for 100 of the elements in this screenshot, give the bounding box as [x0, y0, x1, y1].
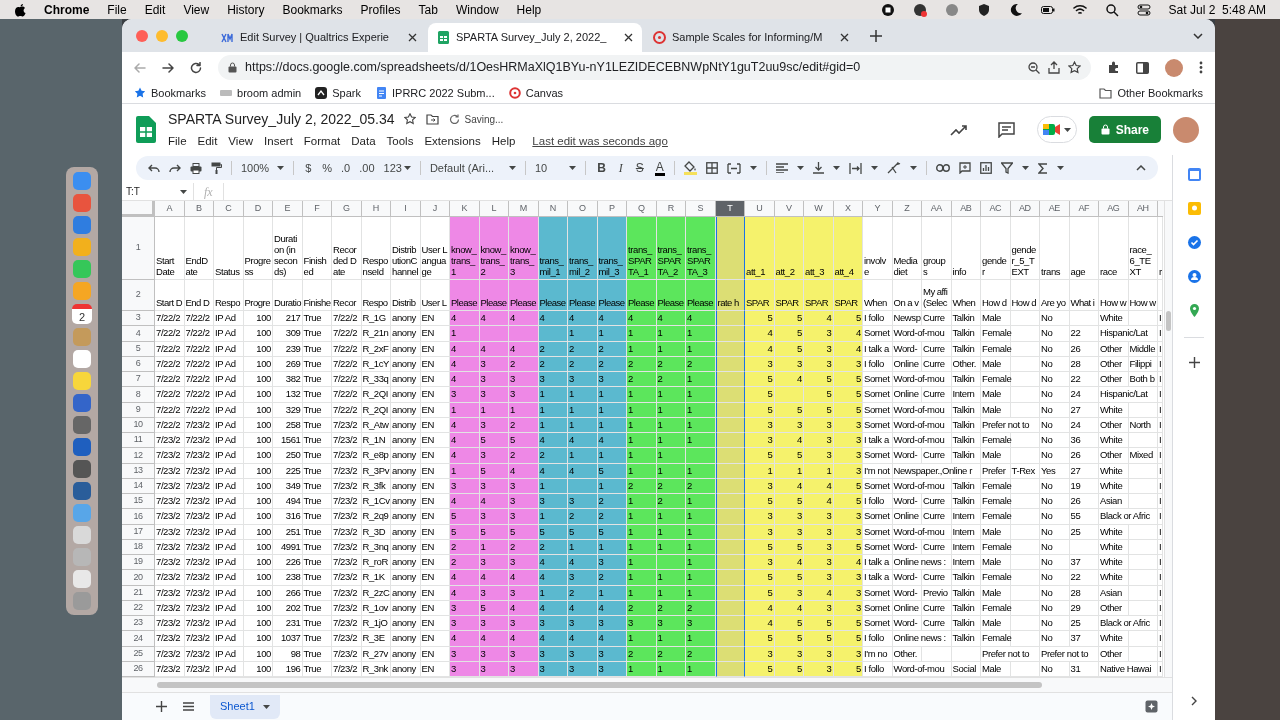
more-icon[interactable]: [1199, 61, 1203, 74]
share-icon[interactable]: [1048, 61, 1060, 74]
close-icon[interactable]: [840, 33, 849, 42]
calendar-app-icon[interactable]: 2: [72, 304, 92, 324]
font-select[interactable]: Default (Ari...: [429, 159, 516, 177]
row-header[interactable]: 8: [122, 387, 155, 403]
menu-item[interactable]: Help: [491, 132, 516, 151]
column-header[interactable]: AE: [1040, 201, 1070, 217]
menu-item[interactable]: History: [227, 0, 265, 19]
text-color-button[interactable]: A: [654, 160, 665, 176]
person-icon[interactable]: [1186, 269, 1202, 284]
align-bottom-icon[interactable]: [812, 162, 824, 174]
sum-icon[interactable]: [1037, 162, 1048, 174]
column-header[interactable]: AB: [951, 201, 981, 217]
menu-item[interactable]: Profiles: [360, 0, 401, 19]
horizontal-scrollbar[interactable]: [122, 677, 1172, 692]
reload-icon[interactable]: [190, 61, 202, 74]
record-icon[interactable]: [880, 2, 895, 17]
control-center-icon[interactable]: [1136, 2, 1151, 17]
increase-decimal-button[interactable]: .00: [359, 159, 375, 177]
link-icon[interactable]: [935, 164, 950, 172]
merge-cells-icon[interactable]: [726, 162, 741, 174]
app-icon[interactable]: [73, 460, 91, 478]
row-header[interactable]: 1: [122, 217, 155, 280]
caret-icon[interactable]: [508, 166, 516, 170]
paint-format-icon[interactable]: [211, 162, 222, 174]
plus-icon[interactable]: [1188, 357, 1200, 368]
chevron-down-icon[interactable]: [1193, 32, 1203, 39]
puzzle-icon[interactable]: [1107, 61, 1120, 74]
row-header[interactable]: 15: [122, 494, 155, 510]
caret-icon[interactable]: [569, 166, 577, 170]
avatar[interactable]: [1165, 58, 1183, 77]
row-header[interactable]: 7: [122, 372, 155, 388]
bookmark[interactable]: Bookmarks: [134, 84, 207, 102]
globe-icon[interactable]: [944, 2, 959, 17]
sidebar-icon[interactable]: [1136, 61, 1149, 74]
meet-button[interactable]: [1036, 116, 1077, 143]
menu-item[interactable]: Extensions: [424, 132, 481, 151]
caret-icon[interactable]: [262, 704, 270, 709]
new-tab-icon[interactable]: [870, 29, 882, 42]
column-header[interactable]: E: [273, 201, 303, 217]
caret-icon[interactable]: [403, 166, 411, 170]
row-header[interactable]: 12: [122, 448, 155, 464]
undo-icon[interactable]: [148, 163, 160, 173]
filter-icon[interactable]: [1000, 162, 1013, 174]
italic-button[interactable]: I: [616, 159, 625, 177]
percent-button[interactable]: %: [322, 159, 333, 177]
clock[interactable]: Sat Jul 2 5:48 AM: [1168, 0, 1266, 19]
menu-item[interactable]: Help: [516, 0, 542, 19]
menu-item[interactable]: Bookmarks: [282, 0, 343, 19]
row-header[interactable]: 23: [122, 616, 155, 632]
caret-icon[interactable]: [1056, 166, 1064, 170]
caret-icon[interactable]: [277, 166, 285, 170]
column-header[interactable]: I: [391, 201, 421, 217]
menu-item[interactable]: Edit: [197, 132, 218, 151]
column-header[interactable]: G: [332, 201, 362, 217]
column-header[interactable]: Z: [892, 201, 922, 217]
caret-icon[interactable]: [796, 166, 804, 170]
column-header[interactable]: AC: [981, 201, 1011, 217]
app-icon[interactable]: [73, 416, 91, 434]
forward-icon[interactable]: [162, 61, 174, 74]
borders-icon[interactable]: [705, 162, 718, 174]
column-header[interactable]: J: [420, 201, 450, 217]
text-rotation-icon[interactable]: [886, 162, 901, 174]
column-header[interactable]: B: [184, 201, 214, 217]
trend-icon[interactable]: [949, 123, 968, 136]
close-icon[interactable]: [408, 33, 417, 42]
align-left-icon[interactable]: [775, 163, 788, 173]
menu-item[interactable]: View: [183, 0, 210, 19]
bookmark[interactable]: IPRRC 2022 Subm...: [375, 84, 495, 102]
menu-item[interactable]: Edit: [144, 0, 166, 19]
folder-move-icon[interactable]: [426, 113, 440, 125]
row-header[interactable]: 19: [122, 555, 155, 571]
bold-button[interactable]: B: [595, 159, 608, 177]
print-icon[interactable]: [190, 162, 202, 174]
column-header[interactable]: AD: [1010, 201, 1040, 217]
menu-item[interactable]: File: [107, 0, 127, 19]
vertical-scrollbar[interactable]: [1164, 201, 1172, 677]
check-circle-icon[interactable]: [1186, 235, 1202, 250]
address-bar[interactable]: https://docs.google.com/spreadsheets/d/1OesHRMaXlQ1BYu-nY1LEZIDECEBNWpNtY1guT2uu9sc/edit#gid=0: [218, 55, 1091, 80]
menu-item[interactable]: Data: [351, 132, 376, 151]
bookmark[interactable]: broom admin: [220, 84, 302, 102]
calendar-icon[interactable]: [1186, 167, 1202, 182]
sheet-tab[interactable]: Sheet1: [210, 694, 280, 719]
browser-tab[interactable]: Edit Survey | Qualtrics Experie: [212, 23, 426, 52]
list-icon[interactable]: [183, 702, 194, 711]
close-icon[interactable]: [624, 33, 633, 42]
more-formats-button[interactable]: 123: [383, 159, 411, 177]
chart-icon[interactable]: [979, 162, 992, 174]
bookmark[interactable]: Canvas: [508, 84, 563, 102]
shield-icon[interactable]: [976, 2, 991, 17]
zoom-icon[interactable]: [1028, 61, 1040, 74]
row-header[interactable]: 16: [122, 509, 155, 525]
column-header[interactable]: A: [155, 201, 185, 217]
app-icon[interactable]: [73, 482, 91, 500]
caret-icon[interactable]: [909, 166, 917, 170]
menu-item[interactable]: Insert: [264, 132, 293, 151]
last-edit-link[interactable]: Last edit was seconds ago: [532, 132, 668, 151]
caret-icon[interactable]: [1063, 127, 1071, 132]
menu-item[interactable]: Tab: [418, 0, 438, 19]
